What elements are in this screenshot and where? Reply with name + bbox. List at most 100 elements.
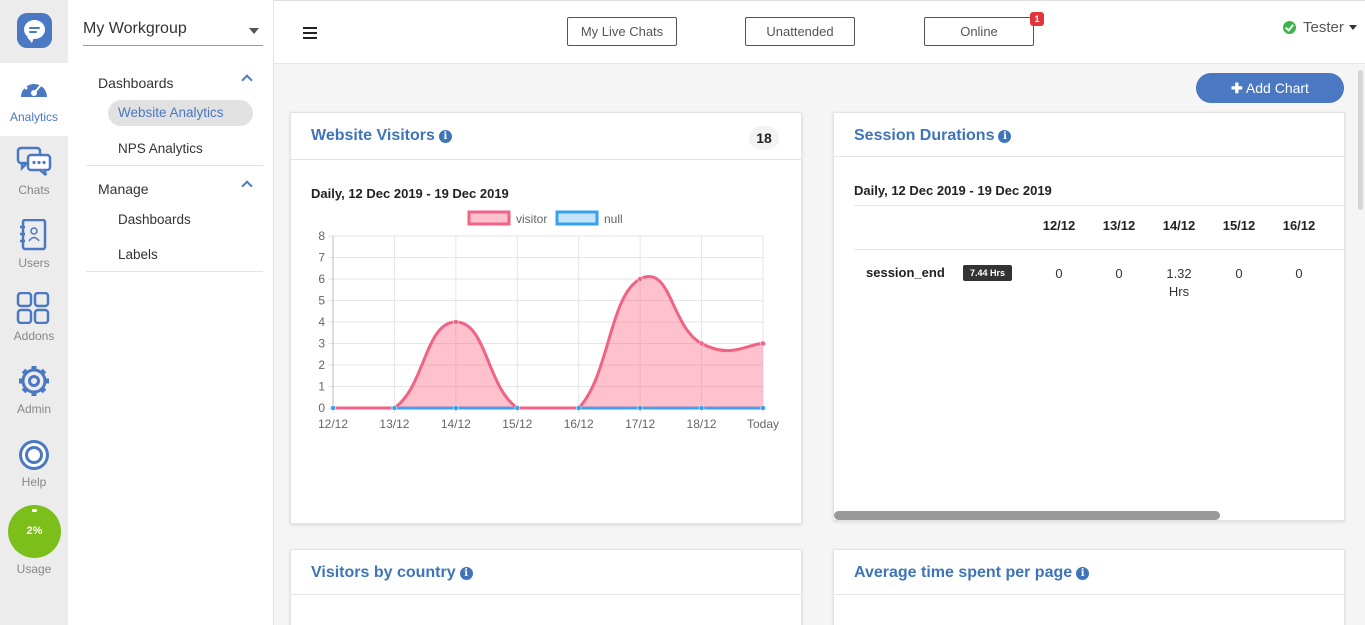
data-point-null [453,405,459,411]
page-scrollbar[interactable] [1358,70,1363,210]
data-point-null [637,405,643,411]
lifebuoy-icon [19,440,49,470]
visitors-by-country-card: Visitors by country i [290,549,802,625]
online-status-check-icon [1283,21,1296,34]
divider [834,594,1344,595]
x-tick-label: 14/12 [441,417,471,431]
my-live-chats-button[interactable]: My Live Chats [567,17,677,46]
sidebar-item-nps-analytics[interactable]: NPS Analytics [118,141,203,156]
session-durations-card: Session Durations i Daily, 12 Dec 2019 - … [833,112,1345,521]
data-point-visitor [760,340,766,347]
workgroup-name: My Workgroup [83,20,187,37]
card-title: Session Durations i [854,127,1012,145]
section-manage[interactable]: Manage [98,181,149,197]
table-cell: 1.32 Hrs [1166,266,1192,299]
column-header: 13/12 [1102,218,1136,233]
top-bar: My Live Chats Unattended Online 1 Tester [274,0,1365,64]
user-name: Tester [1303,19,1344,36]
rail-label: Users [18,256,50,270]
x-tick-label: 17/12 [625,417,655,431]
data-point-null [575,405,582,411]
info-icon[interactable]: i [1076,567,1090,580]
x-tick-label: Today [747,417,779,431]
card-title-text: Average time spent per page [854,564,1073,581]
analytics-gauge-icon [21,79,47,97]
section-dashboards[interactable]: Dashboards [98,75,174,91]
rail-item-analytics[interactable]: Analytics [0,63,68,136]
y-tick-label: 0 [318,401,325,415]
chevron-up-icon[interactable] [241,74,253,86]
legend-swatch-visitor [467,210,511,226]
website-visitors-chart[interactable]: 0 1 2 3 4 5 6 7 8 12/12 13/12 14/12 15/12 16/12 17/12 1… [291,113,802,453]
divider [834,156,1344,157]
hamburger-menu-icon[interactable] [303,27,317,39]
app-logo-chat-icon[interactable] [17,13,52,48]
table-header-bottom-line [854,249,1344,250]
data-point-null [391,405,398,411]
divider [291,594,801,595]
card-title-text: Visitors by country [311,564,456,581]
plus-icon: ✚ [1231,80,1243,96]
table-header-top-line [854,205,1344,206]
column-header: 16/12 [1282,218,1316,233]
y-tick-label: 4 [318,315,325,329]
unattended-button[interactable]: Unattended [745,17,855,46]
app-rail: Analytics Chats Users Addons Admin Help … [0,0,68,625]
rail-item-help[interactable]: Help [0,428,68,501]
usage-indicator[interactable]: 2% [8,505,61,558]
column-header: 1 [1329,218,1344,233]
usage-label: Usage [16,562,52,576]
chats-icon [16,146,52,176]
table-cell: ( [1329,265,1344,283]
legend-label-null: null [604,212,623,226]
table-cell: 0 [1295,266,1303,281]
rail-label: Help [21,475,47,489]
y-tick-label: 2 [318,358,325,372]
info-icon[interactable]: i [459,567,473,580]
x-tick-label: 12/12 [318,417,348,431]
data-point-null [514,405,521,411]
data-point-visitor [698,340,705,347]
sidebar-item-labels[interactable]: Labels [118,247,158,262]
horizontal-scrollbar[interactable] [834,511,1220,520]
data-point-null [698,405,705,411]
x-tick-label: 18/12 [687,417,717,431]
card-title: Visitors by country i [311,564,473,582]
total-badge: 7.44 Hrs [963,265,1013,281]
users-contact-book-icon [20,219,47,251]
rail-item-addons[interactable]: Addons [0,282,68,355]
rail-label: Addons [13,329,55,343]
online-notification-badge: 1 [1030,12,1044,26]
x-tick-label: 16/12 [564,417,594,431]
card-title: Average time spent per page i [854,564,1090,582]
chevron-up-icon[interactable] [241,180,253,192]
usage-value: 2% [26,525,43,537]
y-tick-label: 3 [318,337,325,351]
sidebar-item-website-analytics[interactable]: Website Analytics [108,100,253,126]
rail-label: Chats [18,183,50,197]
chevron-down-icon [249,28,259,34]
info-icon[interactable]: i [998,130,1012,143]
online-button[interactable]: Online [924,17,1034,46]
divider [86,165,263,166]
data-point-visitor [453,319,459,325]
table-cell: 0 [1115,266,1123,281]
add-chart-button[interactable]: ✚ Add Chart [1196,73,1344,103]
table-row-name: session_end [866,265,945,280]
legend-swatch-null [555,210,599,226]
card-title-text: Session Durations [854,127,995,144]
sidebar-item-dashboards[interactable]: Dashboards [118,212,191,227]
y-tick-label: 5 [318,294,325,308]
rail-item-users[interactable]: Users [0,209,68,282]
y-tick-label: 6 [318,272,325,286]
y-tick-label: 7 [318,251,325,265]
date-range: Daily, 12 Dec 2019 - 19 Dec 2019 [854,183,1052,198]
table-cell: 0 [1055,266,1063,281]
table-cell: 0 [1235,266,1243,281]
rail-item-admin[interactable]: Admin [0,355,68,428]
workgroup-select[interactable]: My Workgroup [83,14,263,46]
rail-label: Analytics [9,110,59,124]
data-point-null [760,405,766,411]
y-tick-label: 8 [318,229,325,243]
rail-item-chats[interactable]: Chats [0,136,68,209]
